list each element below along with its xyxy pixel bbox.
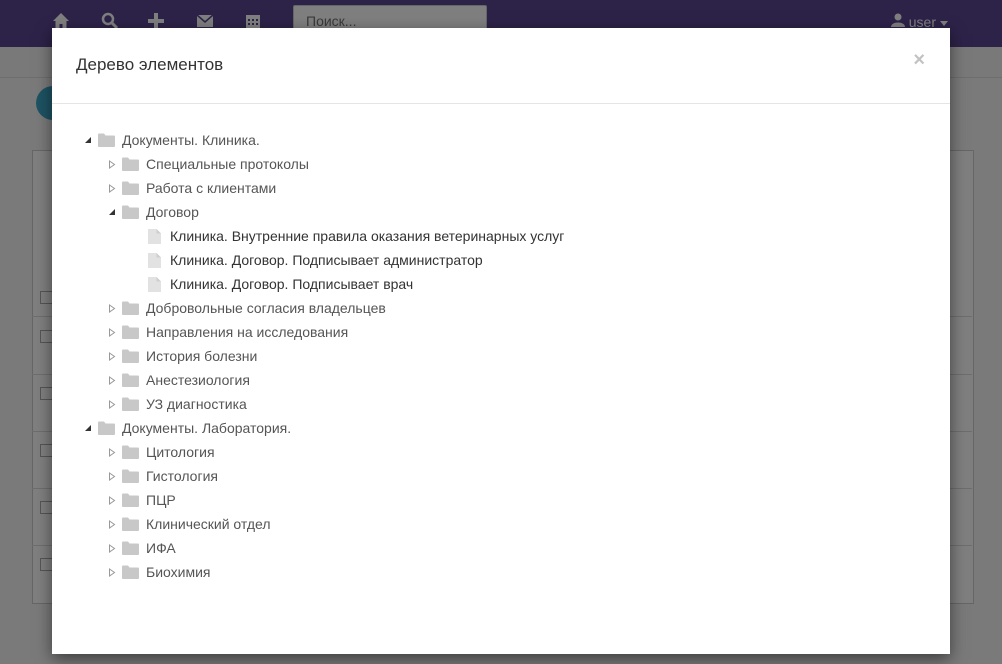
folder-icon — [98, 133, 115, 147]
tree-file-node[interactable]: Клиника. Договор. Подписывает врач — [126, 272, 413, 296]
tree-folder-node[interactable]: ИФА — [102, 536, 176, 560]
modal-header: Дерево элементов × — [52, 28, 950, 104]
tree-node-label[interactable]: УЗ диагностика — [146, 396, 247, 412]
tree-file-node[interactable]: Клиника. Договор. Подписывает администра… — [126, 248, 483, 272]
folder-icon — [122, 397, 139, 411]
tree-node-label[interactable]: Гистология — [146, 468, 218, 484]
tree-node-label[interactable]: Документы. Лаборатория. — [122, 420, 291, 436]
tree-node-label[interactable]: История болезни — [146, 348, 257, 364]
file-icon — [148, 228, 161, 244]
tree-folder-node[interactable]: Документы. Лаборатория. — [78, 416, 291, 440]
tree-node-label[interactable]: Документы. Клиника. — [122, 132, 260, 148]
folder-icon — [122, 157, 139, 171]
tree-folder-node[interactable]: Биохимия — [102, 560, 210, 584]
folder-icon — [122, 541, 139, 555]
tree-collapse-icon[interactable] — [78, 128, 98, 152]
folder-icon — [122, 445, 139, 459]
tree-folder-node[interactable]: Специальные протоколы — [102, 152, 309, 176]
file-icon — [148, 252, 161, 268]
tree-node-label[interactable]: Цитология — [146, 444, 215, 460]
tree-node-label[interactable]: Клиника. Договор. Подписывает врач — [170, 276, 413, 292]
tree-folder-node[interactable]: Работа с клиентами — [102, 176, 276, 200]
tree-node-label[interactable]: Добровольные согласия владельцев — [146, 300, 386, 316]
tree-node-label[interactable]: Направления на исследования — [146, 324, 348, 340]
tree-expand-icon[interactable] — [102, 488, 122, 512]
tree-node-label[interactable]: Клиника. Внутренние правила оказания вет… — [170, 228, 564, 244]
tree-expand-icon[interactable] — [102, 344, 122, 368]
tree-node-label[interactable]: Клинический отдел — [146, 516, 271, 532]
folder-icon — [98, 421, 115, 435]
folder-icon — [122, 205, 139, 219]
element-tree-dialog: Дерево элементов × Документы. Клиника. Сп… — [52, 28, 950, 654]
modal-title: Дерево элементов — [76, 55, 224, 74]
tree-node-label[interactable]: Биохимия — [146, 564, 210, 580]
folder-icon — [122, 565, 139, 579]
tree-node-label[interactable]: Работа с клиентами — [146, 180, 276, 196]
tree-folder-node[interactable]: Анестезиология — [102, 368, 250, 392]
tree-expand-icon[interactable] — [102, 392, 122, 416]
tree-folder-node[interactable]: Гистология — [102, 464, 218, 488]
tree-node-label[interactable]: Специальные протоколы — [146, 156, 309, 172]
folder-icon — [122, 349, 139, 363]
tree-folder-node[interactable]: Клинический отдел — [102, 512, 271, 536]
tree-folder-node[interactable]: Документы. Клиника. — [78, 128, 260, 152]
tree-collapse-icon[interactable] — [102, 200, 122, 224]
tree-expand-icon[interactable] — [102, 560, 122, 584]
tree-folder-node[interactable]: Направления на исследования — [102, 320, 348, 344]
folder-icon — [122, 469, 139, 483]
tree-expand-icon[interactable] — [102, 368, 122, 392]
tree-folder-node[interactable]: Добровольные согласия владельцев — [102, 296, 386, 320]
folder-icon — [122, 517, 139, 531]
tree-node-label[interactable]: Анестезиология — [146, 372, 250, 388]
tree-node-label[interactable]: Договор — [146, 204, 199, 220]
tree-folder-node[interactable]: Цитология — [102, 440, 215, 464]
tree-node-label[interactable]: ПЦР — [146, 492, 176, 508]
tree-expand-icon[interactable] — [102, 176, 122, 200]
tree-expand-icon[interactable] — [102, 320, 122, 344]
tree-expand-icon[interactable] — [102, 512, 122, 536]
file-icon — [148, 276, 161, 292]
tree-expand-icon[interactable] — [102, 152, 122, 176]
folder-icon — [122, 493, 139, 507]
tree-expand-icon[interactable] — [102, 536, 122, 560]
tree-node-label[interactable]: ИФА — [146, 540, 176, 556]
tree-folder-node[interactable]: Договор — [102, 200, 199, 224]
tree-expand-icon[interactable] — [102, 440, 122, 464]
tree-folder-node[interactable]: ПЦР — [102, 488, 176, 512]
tree-folder-node[interactable]: История болезни — [102, 344, 257, 368]
folder-icon — [122, 181, 139, 195]
folder-icon — [122, 301, 139, 315]
close-button[interactable]: × — [913, 50, 925, 70]
folder-icon — [122, 373, 139, 387]
tree-collapse-icon[interactable] — [78, 416, 98, 440]
tree-expand-icon[interactable] — [102, 296, 122, 320]
tree-folder-node[interactable]: УЗ диагностика — [102, 392, 247, 416]
tree-node-label[interactable]: Клиника. Договор. Подписывает администра… — [170, 252, 483, 268]
tree-file-node[interactable]: Клиника. Внутренние правила оказания вет… — [126, 224, 564, 248]
folder-icon — [122, 325, 139, 339]
tree-expand-icon[interactable] — [102, 464, 122, 488]
